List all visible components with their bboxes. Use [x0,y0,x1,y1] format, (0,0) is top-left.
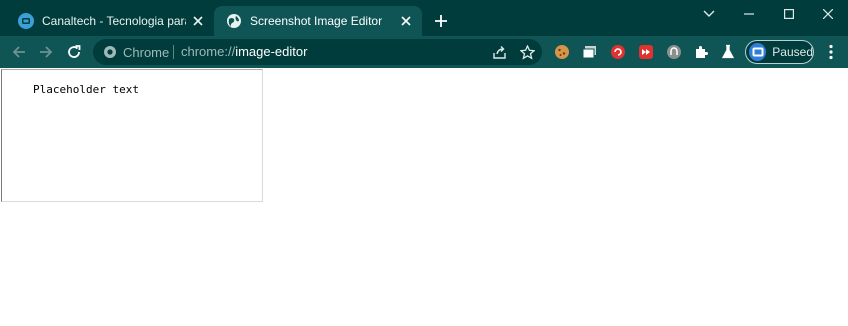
share-button[interactable] [490,43,508,61]
close-icon [823,9,833,19]
cookie-icon [555,45,569,59]
close-icon[interactable] [190,13,206,29]
play-icon [639,45,653,59]
url-text[interactable]: chrome://image-editor [181,44,307,59]
tab-canaltech[interactable]: Canaltech - Tecnologia para quem [6,6,214,36]
avatar [749,43,767,61]
image-editor-text-area[interactable]: Placeholder text [1,69,263,202]
extension-window-button[interactable] [581,43,599,61]
globe-icon [226,13,242,29]
chevron-down-icon [703,10,715,17]
security-chip-label: Chrome [123,44,170,60]
close-window-button[interactable] [808,0,848,28]
reload-button[interactable] [62,40,86,64]
canaltech-avatar-icon [752,47,764,57]
url-path: image-editor [235,44,308,59]
red-circle-icon [611,45,625,59]
profile-status-label: Paused [772,45,813,59]
arrow-left-icon [12,46,25,58]
window-stack-icon [582,46,596,59]
chrome-menu-button[interactable] [822,40,840,64]
extension-play-button[interactable] [637,43,655,61]
chrome-icon [103,45,117,59]
back-button[interactable] [7,40,31,64]
placeholder-text: Placeholder text [33,83,139,96]
page-content: Placeholder text [0,68,848,326]
extension-gray-button[interactable] [665,43,683,61]
labs-button[interactable] [719,43,737,61]
divider [173,45,174,59]
reload-icon [68,45,81,58]
close-icon[interactable] [398,13,414,29]
tab-strip: Canaltech - Tecnologia para quem Screens… [0,0,848,36]
minimize-icon [744,13,754,15]
tab-search-button[interactable] [689,0,729,28]
url-scheme: chrome:// [181,44,236,59]
maximize-button[interactable] [769,0,809,28]
address-bar[interactable]: Chrome chrome://image-editor [93,39,542,65]
kebab-menu-icon [829,44,833,60]
profile-button[interactable]: Paused [745,40,814,64]
extension-red-circle-button[interactable] [609,43,627,61]
minimize-button[interactable] [729,0,769,28]
plus-icon [435,15,447,27]
new-tab-button[interactable] [431,11,451,31]
extensions-button[interactable] [692,43,710,61]
flask-icon [721,44,735,59]
bookmark-button[interactable] [518,43,536,61]
browser-toolbar: Chrome chrome://image-editor Paused [0,36,848,68]
puzzle-icon [696,46,708,58]
security-chip[interactable]: Chrome [103,44,169,60]
star-icon [519,44,535,60]
tab-title: Screenshot Image Editor [250,14,383,28]
extension-cookie-button[interactable] [553,43,571,61]
tab-title: Canaltech - Tecnologia para quem [42,14,186,28]
maximize-icon [784,9,794,19]
share-icon [492,45,506,59]
gray-circle-icon [667,45,681,59]
canaltech-icon [18,13,34,29]
arrow-right-icon [40,46,53,58]
tab-screenshot-editor[interactable]: Screenshot Image Editor [214,6,422,36]
forward-button[interactable] [34,40,58,64]
